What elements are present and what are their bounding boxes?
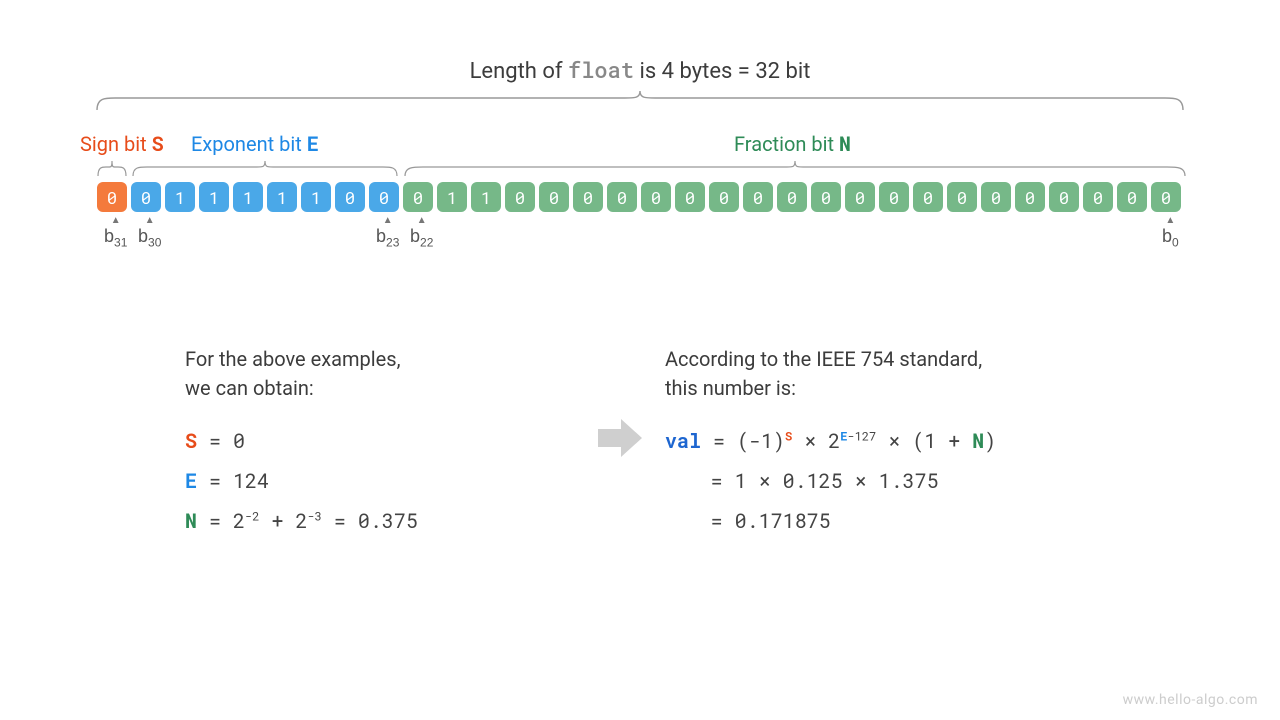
bit-exp-1: 1 — [165, 182, 195, 212]
right-column: According to the IEEE 754 standard, this… — [665, 345, 1125, 541]
bit-frac-6: 0 — [607, 182, 637, 212]
bit-frac-21: 0 — [1117, 182, 1147, 212]
brace-sign — [97, 158, 127, 178]
bit-exp-0: 0 — [131, 182, 161, 212]
bit-frac-2: 1 — [471, 182, 501, 212]
right-equations: val = (-1)S × 2E-127 × (1 + N) = 1 × 0.1… — [665, 421, 1125, 541]
title-pre: Length of — [470, 59, 568, 84]
arrow-up-icon: ▲ — [1162, 216, 1179, 226]
bit-exp-3: 1 — [233, 182, 263, 212]
bit-frac-7: 0 — [641, 182, 671, 212]
bit-frac-11: 0 — [777, 182, 807, 212]
left-column: For the above examples, we can obtain: S… — [185, 345, 585, 541]
bit-row: 00111110001100000000000000000000 — [97, 182, 1181, 212]
bit-exp-4: 1 — [267, 182, 297, 212]
eq-e-line: E = 124 — [185, 461, 585, 501]
eq-line2: = 1 × 0.125 × 1.375 — [665, 461, 1125, 501]
bit-frac-5: 0 — [573, 182, 603, 212]
top-brace — [95, 90, 1185, 112]
diagram-title: Length of float is 4 bytes = 32 bit — [0, 55, 1280, 84]
eq-val-line: val = (-1)S × 2E-127 × (1 + N) — [665, 421, 1125, 461]
arrow-up-icon: ▲ — [410, 216, 433, 226]
brace-fraction — [403, 158, 1187, 178]
bit-frac-22: 0 — [1151, 182, 1181, 212]
bit-frac-19: 0 — [1049, 182, 1079, 212]
bit-frac-3: 0 — [505, 182, 535, 212]
bit-frac-4: 0 — [539, 182, 569, 212]
bit-exp-7: 0 — [369, 182, 399, 212]
right-intro: According to the IEEE 754 standard, this… — [665, 345, 1125, 403]
bit-exp-5: 1 — [301, 182, 331, 212]
bit-exp-2: 1 — [199, 182, 229, 212]
bit-index-b22: ▲ b22 — [410, 216, 433, 250]
bit-frac-13: 0 — [845, 182, 875, 212]
bit-frac-8: 0 — [675, 182, 705, 212]
sub-braces — [0, 158, 1280, 178]
bit-index-b0: ▲ b0 — [1162, 216, 1179, 250]
bit-frac-20: 0 — [1083, 182, 1113, 212]
bit-frac-9: 0 — [709, 182, 739, 212]
arrow-right-icon — [595, 415, 645, 461]
eq-n-line: N = 2-2 + 2-3 = 0.375 — [185, 501, 585, 541]
label-exponent: Exponent bit E — [191, 131, 319, 157]
title-code: float — [568, 55, 634, 84]
left-equations: S = 0 E = 124 N = 2-2 + 2-3 = 0.375 — [185, 421, 585, 541]
bit-frac-12: 0 — [811, 182, 841, 212]
bit-frac-14: 0 — [879, 182, 909, 212]
label-sign: Sign bit S — [80, 131, 164, 157]
bit-frac-17: 0 — [981, 182, 1011, 212]
bit-frac-15: 0 — [913, 182, 943, 212]
arrow-up-icon: ▲ — [376, 216, 399, 226]
arrow-column — [585, 415, 655, 461]
label-fraction: Fraction bit N — [734, 131, 851, 157]
bit-sign-0: 0 — [97, 182, 127, 212]
brace-exponent — [131, 158, 399, 178]
left-intro: For the above examples, we can obtain: — [185, 345, 585, 403]
watermark: www.hello-algo.com — [1123, 692, 1258, 708]
bit-index-b31: ▲ b31 — [104, 216, 127, 250]
bit-frac-0: 0 — [403, 182, 433, 212]
eq-line3: = 0.171875 — [665, 501, 1125, 541]
bit-frac-10: 0 — [743, 182, 773, 212]
bit-exp-6: 0 — [335, 182, 365, 212]
bit-frac-18: 0 — [1015, 182, 1045, 212]
bit-index-b30: ▲ b30 — [138, 216, 161, 250]
title-post: is 4 bytes = 32 bit — [634, 59, 810, 84]
arrow-up-icon: ▲ — [138, 216, 161, 226]
explanation-row: For the above examples, we can obtain: S… — [185, 345, 1160, 541]
bit-index-b23: ▲ b23 — [376, 216, 399, 250]
bit-frac-16: 0 — [947, 182, 977, 212]
arrow-up-icon: ▲ — [104, 216, 127, 226]
eq-s-line: S = 0 — [185, 421, 585, 461]
bit-frac-1: 1 — [437, 182, 467, 212]
